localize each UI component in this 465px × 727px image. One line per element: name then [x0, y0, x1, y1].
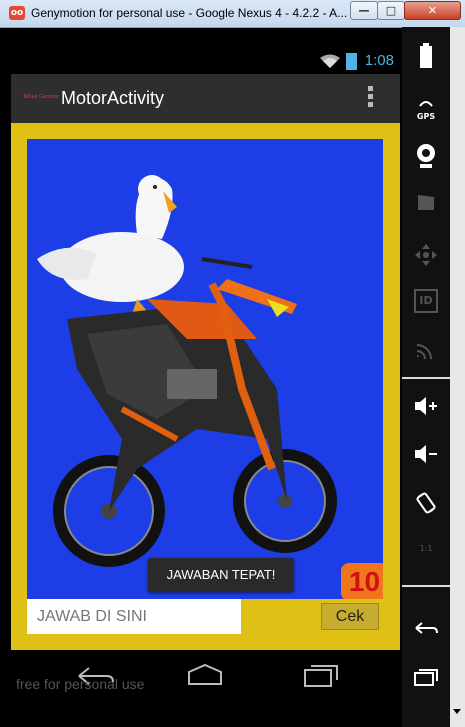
recent-apps-icon[interactable] — [301, 662, 341, 690]
puzzle-image: JAWABAN TEPAT! 10 — [27, 139, 383, 599]
capture-widget-button[interactable] — [402, 193, 450, 233]
volume-down-icon — [415, 445, 437, 463]
cast-widget-button[interactable] — [402, 337, 450, 377]
home-icon[interactable] — [185, 662, 225, 690]
dpad-icon — [415, 244, 437, 266]
device-back-button[interactable] — [402, 619, 450, 659]
window-title: Genymotion for personal use - Google Nex… — [31, 6, 348, 20]
toolbar-separator — [402, 585, 450, 587]
pixel-perfect-button[interactable]: 1:1 — [402, 539, 450, 579]
camera-widget-button[interactable] — [402, 143, 450, 183]
dpad-widget-button[interactable] — [402, 243, 450, 283]
device-recent-apps-button[interactable] — [402, 667, 450, 707]
ratio-icon: 1:1 — [419, 544, 433, 553]
duck-on-motorcycle-picture — [37, 175, 337, 567]
battery-widget-button[interactable] — [402, 43, 450, 83]
close-button[interactable]: ✕ — [404, 1, 461, 20]
minimize-button[interactable]: — — [350, 1, 378, 20]
overflow-menu-button[interactable] — [367, 86, 375, 112]
recent-apps-icon — [414, 669, 438, 686]
scroll-down-icon[interactable] — [453, 709, 461, 714]
clapperboard-icon — [418, 195, 434, 210]
battery-icon — [346, 53, 357, 70]
android-status-bar: 1:08 — [11, 49, 400, 74]
toast-message: JAWABAN TEPAT! — [148, 558, 294, 592]
toolbar-separator — [402, 377, 450, 379]
app-logo: Tebak Gambar — [23, 94, 60, 100]
personal-use-watermark: free for personal use — [16, 676, 145, 692]
maximize-button[interactable]: □ — [377, 1, 405, 20]
rotate-icon — [416, 492, 436, 514]
cast-icon — [416, 344, 432, 360]
gps-widget-button[interactable]: GPS — [402, 93, 450, 133]
activity-title: MotorActivity — [61, 88, 165, 108]
volume-up-icon — [415, 397, 437, 415]
webcam-icon — [417, 144, 435, 168]
minimize-icon: — — [358, 4, 370, 17]
score-badge: 10 — [341, 563, 383, 599]
back-icon — [415, 622, 438, 634]
wifi-icon — [320, 54, 340, 68]
gps-icon — [419, 101, 433, 107]
rotate-button[interactable] — [402, 491, 450, 531]
app-action-bar: Tebak Gambar MotorActivity — [11, 74, 400, 123]
answer-input[interactable] — [27, 599, 241, 634]
close-icon: ✕ — [427, 4, 438, 17]
toolbar-scrollbar[interactable] — [450, 27, 465, 727]
maximize-icon: □ — [385, 4, 397, 17]
status-time: 1:08 — [364, 52, 394, 69]
volume-down-button[interactable] — [402, 443, 450, 483]
gps-label: GPS — [416, 112, 436, 121]
device-id-widget-button[interactable]: ID — [402, 289, 450, 329]
battery-widget-icon — [420, 43, 432, 68]
window-titlebar: oo Genymotion for personal use - Google … — [0, 0, 465, 28]
id-icon: ID — [414, 289, 438, 313]
check-button[interactable]: Cek — [321, 603, 379, 630]
volume-up-button[interactable] — [402, 395, 450, 435]
genymotion-app-icon: oo — [9, 6, 25, 20]
game-content: JAWABAN TEPAT! 10 Cek — [11, 123, 400, 650]
genymotion-toolbar: GPS ID 1:1 — [402, 27, 450, 727]
